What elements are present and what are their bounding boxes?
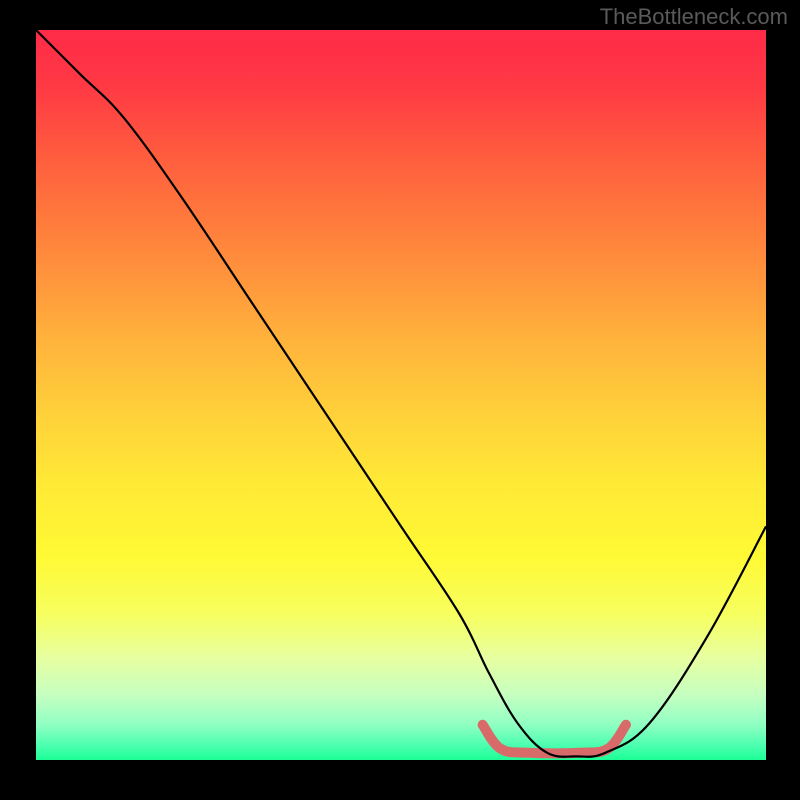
- sweet-spot-highlight: [483, 725, 626, 754]
- watermark-text: TheBottleneck.com: [600, 4, 788, 30]
- plot-area: [36, 30, 766, 760]
- bottleneck-curve: [36, 30, 766, 757]
- chart-svg: [36, 30, 766, 760]
